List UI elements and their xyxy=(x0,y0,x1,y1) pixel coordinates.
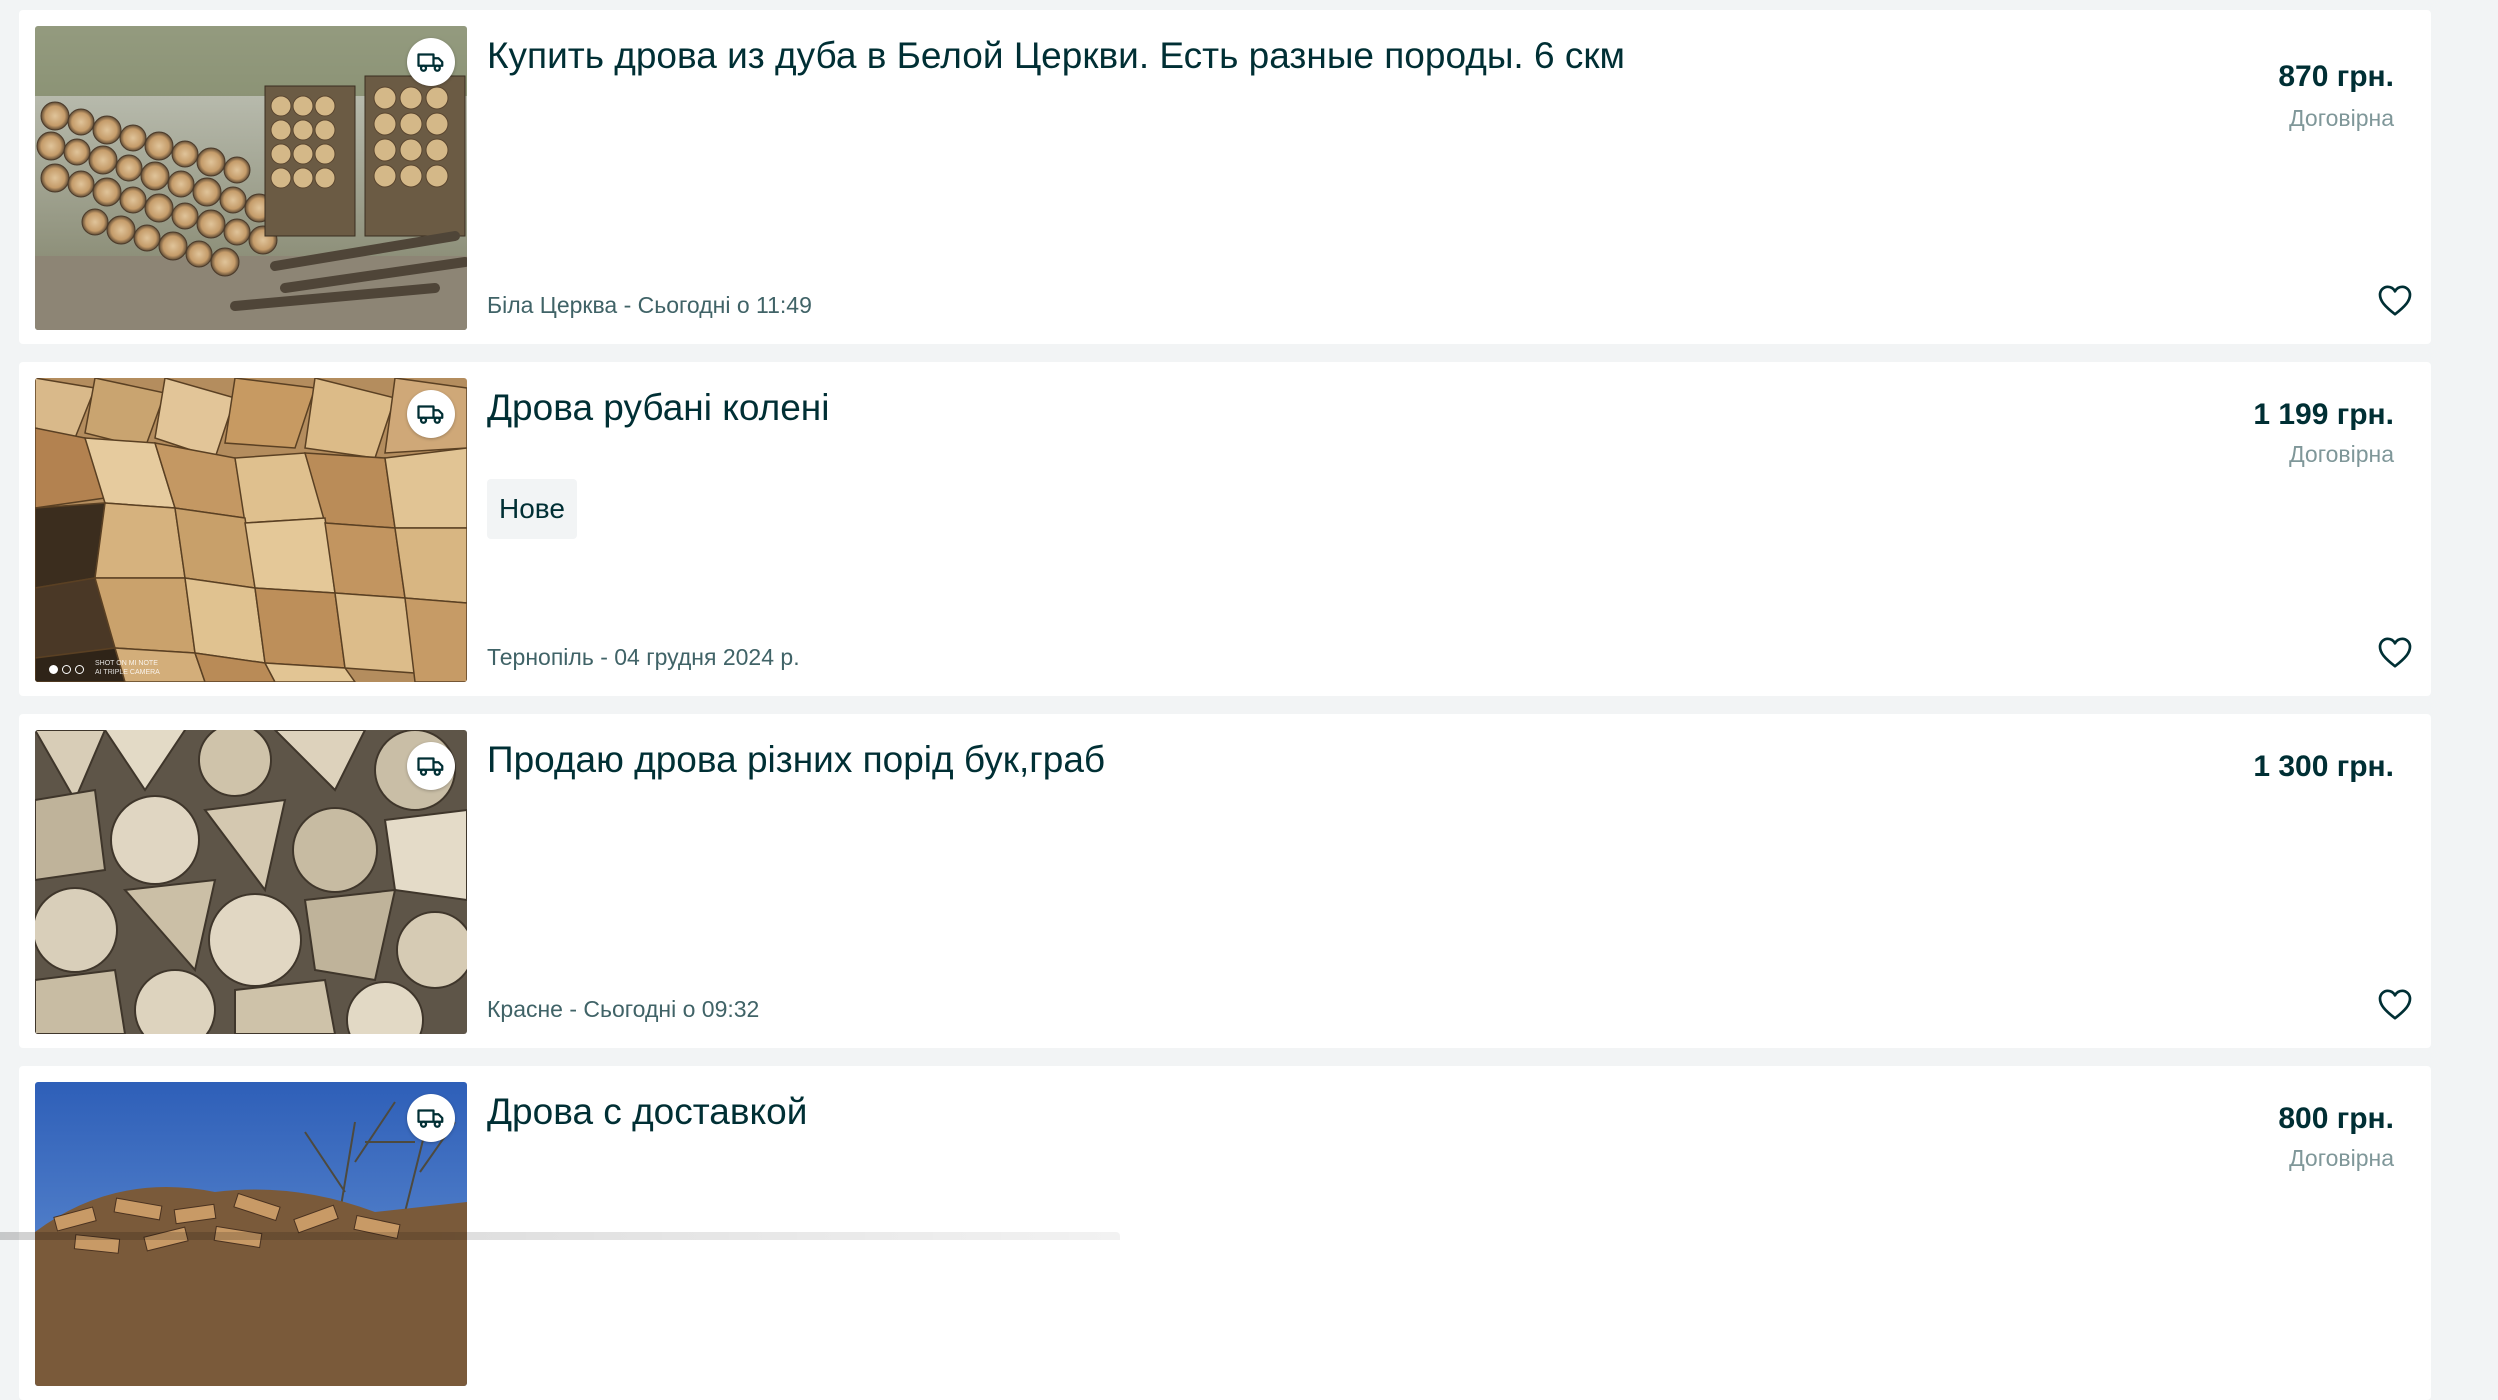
listing-location-date: Тернопіль - 04 грудня 2024 р. xyxy=(487,644,800,670)
listing-title[interactable]: Купить дрова из дуба в Белой Церкви. Ест… xyxy=(487,34,1687,78)
carousel-dot[interactable] xyxy=(75,665,84,674)
condition-tag: Нове xyxy=(487,479,577,539)
carousel-dot[interactable] xyxy=(49,665,58,674)
listing-price: 870 грн. xyxy=(2278,60,2394,93)
svg-text:AI TRIPLE CAMERA: AI TRIPLE CAMERA xyxy=(95,669,160,676)
favorite-button[interactable] xyxy=(2375,632,2415,672)
carousel-dot[interactable] xyxy=(62,665,71,674)
listing-title[interactable]: Дрова рубані колені xyxy=(487,386,1687,430)
favorite-button[interactable] xyxy=(2375,984,2415,1024)
listing-card[interactable]: SHOT ON MI NOTE AI TRIPLE CAMERA Дрова р… xyxy=(19,362,2431,696)
heart-icon xyxy=(2378,637,2412,668)
delivery-truck-icon xyxy=(417,53,444,72)
firewood-photo-split-pieces: SHOT ON MI NOTE AI TRIPLE CAMERA xyxy=(35,378,467,682)
listing-title[interactable]: Продаю дрова різних порід бук,граб xyxy=(487,738,1687,782)
delivery-badge xyxy=(407,742,455,790)
negotiable-label: Договірна xyxy=(2289,1145,2394,1171)
delivery-truck-icon xyxy=(417,1109,444,1128)
listing-location-date: Біла Церква - Сьогодні о 11:49 xyxy=(487,292,812,318)
firewood-photo-beech-hornbeam xyxy=(35,730,467,1034)
listing-photo[interactable]: SHOT ON MI NOTE AI TRIPLE CAMERA xyxy=(35,378,467,682)
horizontal-scrollbar[interactable] xyxy=(0,1232,1120,1240)
listing-card[interactable]: Купить дрова из дуба в Белой Церкви. Ест… xyxy=(19,10,2431,344)
delivery-badge xyxy=(407,390,455,438)
listing-card[interactable]: Продаю дрова різних порід бук,граб Красн… xyxy=(19,714,2431,1048)
photo-carousel-dots[interactable] xyxy=(49,665,84,674)
listing-list: Купить дрова из дуба в Белой Церкви. Ест… xyxy=(0,0,2498,1400)
svg-text:SHOT ON MI NOTE: SHOT ON MI NOTE xyxy=(95,660,158,667)
delivery-badge xyxy=(407,1094,455,1142)
delivery-badge xyxy=(407,38,455,86)
listing-price: 1 199 грн. xyxy=(2253,398,2394,431)
delivery-truck-icon xyxy=(417,405,444,424)
listing-location-date: Красне - Сьогодні о 09:32 xyxy=(487,996,760,1022)
negotiable-label: Договірна xyxy=(2289,105,2394,131)
listing-photo[interactable] xyxy=(35,26,467,330)
heart-icon xyxy=(2378,285,2412,316)
listing-title[interactable]: Дрова с доставкой xyxy=(487,1090,1687,1134)
delivery-truck-icon xyxy=(417,757,444,776)
listing-photo[interactable] xyxy=(35,730,467,1034)
listing-price: 1 300 грн. xyxy=(2253,750,2394,783)
negotiable-label: Договірна xyxy=(2289,441,2394,467)
listing-price: 800 грн. xyxy=(2278,1102,2394,1135)
favorite-button[interactable] xyxy=(2375,280,2415,320)
firewood-photo-stacked-logs xyxy=(35,26,467,330)
heart-icon xyxy=(2378,989,2412,1020)
